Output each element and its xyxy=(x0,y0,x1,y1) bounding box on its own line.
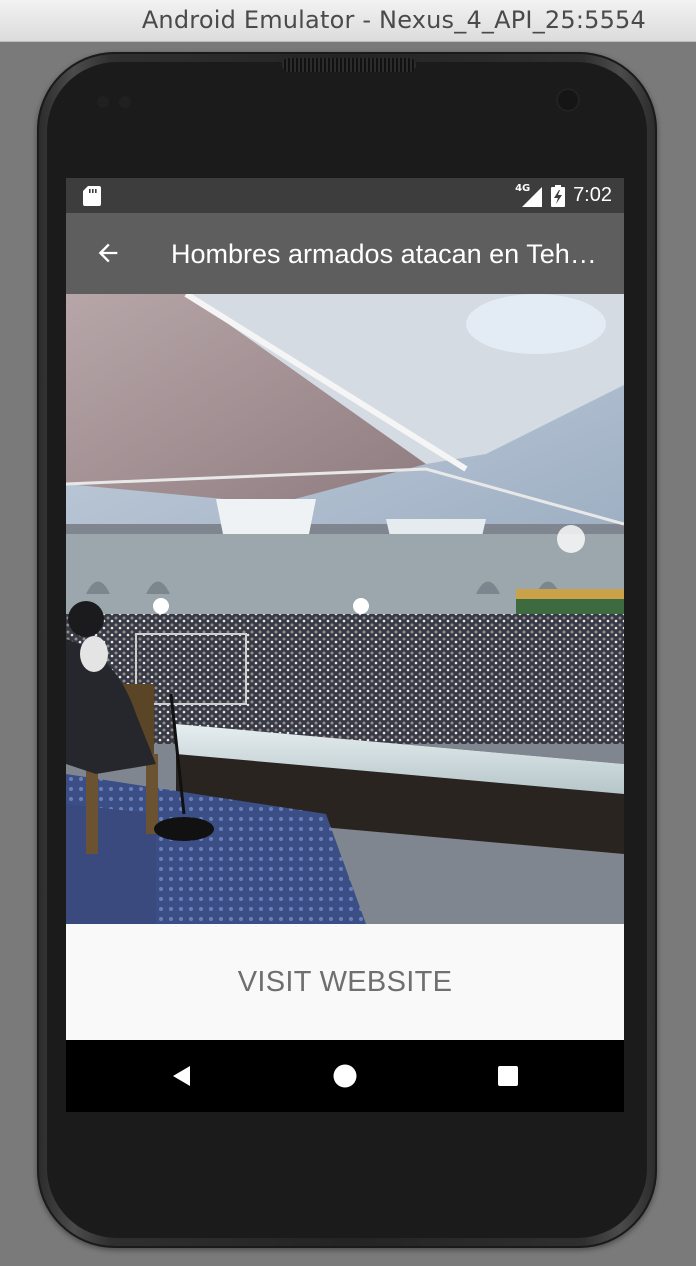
battery-charging-icon xyxy=(551,184,566,207)
nav-recents-button[interactable] xyxy=(490,1058,526,1094)
system-navigation-bar xyxy=(66,1040,624,1112)
nav-back-button[interactable] xyxy=(164,1058,200,1094)
sd-card-icon xyxy=(83,186,101,206)
visit-website-button[interactable]: VISIT WEBSITE xyxy=(66,924,624,1040)
sensor-dots xyxy=(97,96,141,108)
nav-home-button[interactable] xyxy=(327,1058,363,1094)
signal-icon: 4G xyxy=(515,183,543,208)
emulator-window-titlebar: Android Emulator - Nexus_4_API_25:5554 xyxy=(0,0,696,42)
back-triangle-icon xyxy=(170,1064,194,1088)
article-image xyxy=(66,294,624,924)
status-time: 7:02 xyxy=(573,184,612,206)
arrow-back-icon xyxy=(94,239,122,267)
status-bar: 4G 7:02 xyxy=(66,178,624,213)
back-button[interactable] xyxy=(90,235,126,271)
window-title: Android Emulator - Nexus_4_API_25:5554 xyxy=(141,6,646,34)
home-circle-icon xyxy=(333,1064,357,1088)
action-area: VISIT WEBSITE xyxy=(66,924,624,1040)
recents-square-icon xyxy=(496,1064,520,1088)
front-camera xyxy=(556,88,580,112)
page-title: Hombres armados atacan en Teherán xyxy=(171,239,611,269)
app-toolbar: Hombres armados atacan en Teherán xyxy=(66,213,624,294)
device-screen: 4G 7:02 Hombres armados atacan en Teherá… xyxy=(66,178,624,1112)
speaker-grille xyxy=(282,58,416,72)
status-icons: 4G 7:02 xyxy=(515,178,612,213)
